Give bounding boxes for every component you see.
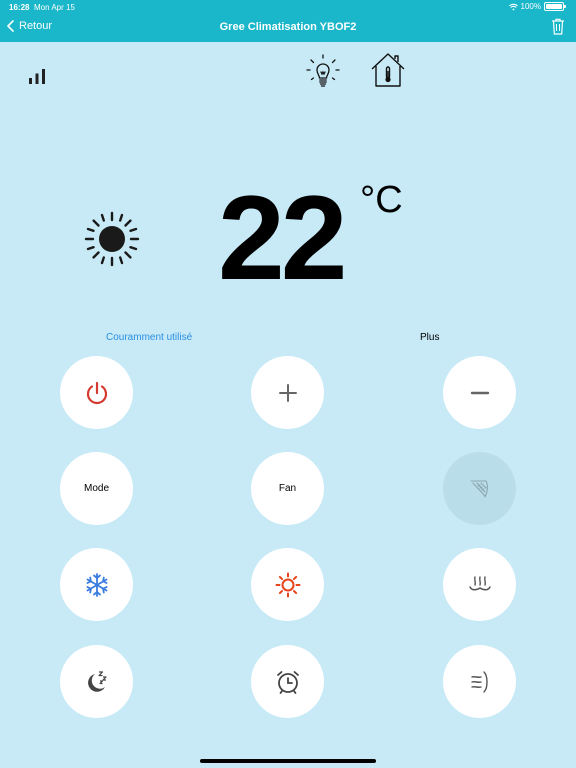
minus-icon: [470, 391, 489, 394]
sleep-mode-button[interactable]: [60, 645, 133, 718]
heat-mode-button[interactable]: [251, 548, 324, 621]
fan-button-label: Fan: [278, 483, 297, 494]
plus-icon: [278, 383, 297, 402]
fan-button[interactable]: Fan: [251, 452, 324, 525]
sun-icon: [84, 211, 140, 267]
battery-percent: 100%: [520, 2, 541, 11]
wifi-icon: [508, 3, 518, 10]
swing-icon: [469, 479, 488, 498]
trash-icon[interactable]: [551, 18, 565, 35]
airflow-side-button[interactable]: [443, 645, 516, 718]
mode-button-label: Mode: [83, 483, 109, 494]
airflow-side-icon: [470, 670, 488, 693]
home-indicator: [200, 759, 376, 763]
light-bulb-icon[interactable]: [305, 53, 341, 89]
power-icon: [86, 381, 107, 404]
temperature-value: 22: [218, 171, 347, 305]
temperature-unit: °C: [360, 179, 403, 221]
temperature-down-button[interactable]: [443, 356, 516, 429]
swing-button[interactable]: [443, 452, 516, 525]
mode-button[interactable]: Mode: [60, 452, 133, 525]
battery-icon: [544, 2, 566, 11]
status-date: Mon Apr 15: [34, 3, 75, 12]
status-indicators: 100%: [508, 2, 566, 11]
tab-more[interactable]: Plus: [420, 332, 439, 343]
snowflake-icon: [86, 572, 107, 597]
moon-sleep-icon: [87, 670, 107, 692]
airflow-down-button[interactable]: [443, 548, 516, 621]
temperature-up-button[interactable]: [251, 356, 324, 429]
power-button[interactable]: [60, 356, 133, 429]
signal-strength-icon: [29, 69, 45, 84]
tab-frequently-used[interactable]: Couramment utilisé: [106, 332, 192, 343]
page-title: Gree Climatisation YBOF2: [219, 21, 357, 33]
alarm-clock-icon: [276, 670, 299, 694]
airflow-down-icon: [468, 575, 491, 590]
heat-sun-icon: [275, 572, 300, 597]
status-time: 16:28: [9, 3, 30, 12]
cool-mode-button[interactable]: [60, 548, 133, 621]
timer-button[interactable]: [251, 645, 324, 718]
navigation-header: 16:28 Mon Apr 15 100% Retour Gree Climat…: [0, 0, 576, 42]
home-thermometer-icon[interactable]: [370, 52, 406, 88]
